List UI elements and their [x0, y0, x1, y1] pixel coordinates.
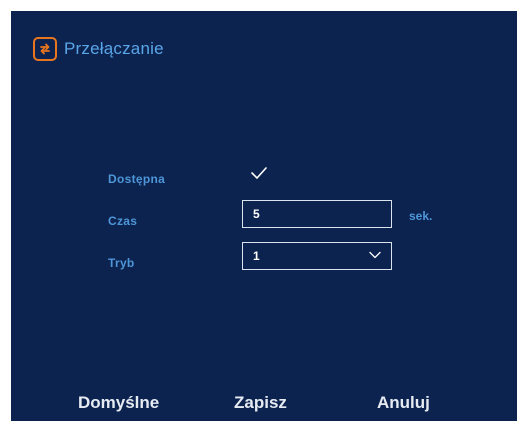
chevron-down-icon — [369, 251, 381, 259]
default-button[interactable]: Domyślne — [78, 393, 159, 413]
switching-settings-panel: Przełączanie Dostępna Czas 5 sek. Tryb 1… — [11, 11, 517, 421]
time-unit-label: sek. — [409, 209, 433, 223]
time-label: Czas — [108, 214, 138, 228]
cancel-button[interactable]: Anuluj — [377, 393, 430, 413]
mode-select-value: 1 — [253, 249, 260, 263]
save-button[interactable]: Zapisz — [234, 393, 287, 413]
switch-arrows-icon — [33, 37, 57, 61]
mode-select[interactable]: 1 — [242, 242, 392, 270]
available-label: Dostępna — [108, 172, 166, 186]
time-input[interactable]: 5 — [242, 200, 392, 228]
page-title: Przełączanie — [64, 39, 164, 58]
available-checkbox[interactable] — [250, 166, 268, 180]
checkmark-icon — [251, 167, 267, 179]
mode-label: Tryb — [108, 256, 135, 270]
